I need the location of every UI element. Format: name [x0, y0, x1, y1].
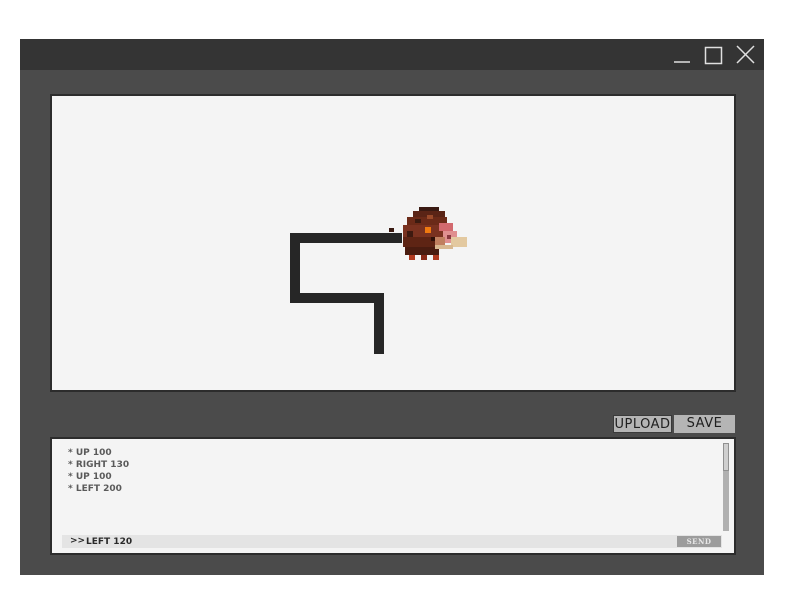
history-item: * UP 100 — [68, 472, 112, 482]
close-button[interactable] — [732, 42, 758, 68]
history-item: * LEFT 200 — [68, 484, 122, 494]
scrollbar-thumb[interactable] — [723, 443, 729, 471]
drawing-surface — [290, 207, 467, 354]
console-scrollbar[interactable] — [723, 443, 729, 531]
upload-button[interactable]: UPLOAD — [613, 415, 672, 433]
drawing-canvas[interactable] — [50, 94, 736, 392]
maximize-button[interactable] — [701, 42, 727, 68]
send-button[interactable]: SEND — [677, 536, 721, 547]
drawn-path — [290, 233, 402, 354]
minimize-icon — [674, 61, 690, 63]
app-window: UPLOAD SAVE * UP 100 * RIGHT 130 * UP 10… — [20, 39, 764, 575]
command-history: * UP 100 * RIGHT 130 * UP 100 * LEFT 200 — [68, 447, 129, 495]
history-item: * UP 100 — [68, 448, 112, 458]
history-item: * RIGHT 130 — [68, 460, 130, 470]
command-input[interactable] — [86, 535, 646, 548]
title-bar — [20, 39, 764, 70]
prompt-prefix: >> — [70, 536, 86, 546]
maximize-icon — [704, 46, 723, 65]
minimize-button[interactable] — [670, 42, 696, 68]
command-console: * UP 100 * RIGHT 130 * UP 100 * LEFT 200… — [50, 437, 736, 555]
command-prompt: >> SEND — [62, 535, 722, 548]
close-icon — [736, 45, 755, 64]
save-button[interactable]: SAVE — [674, 415, 735, 433]
